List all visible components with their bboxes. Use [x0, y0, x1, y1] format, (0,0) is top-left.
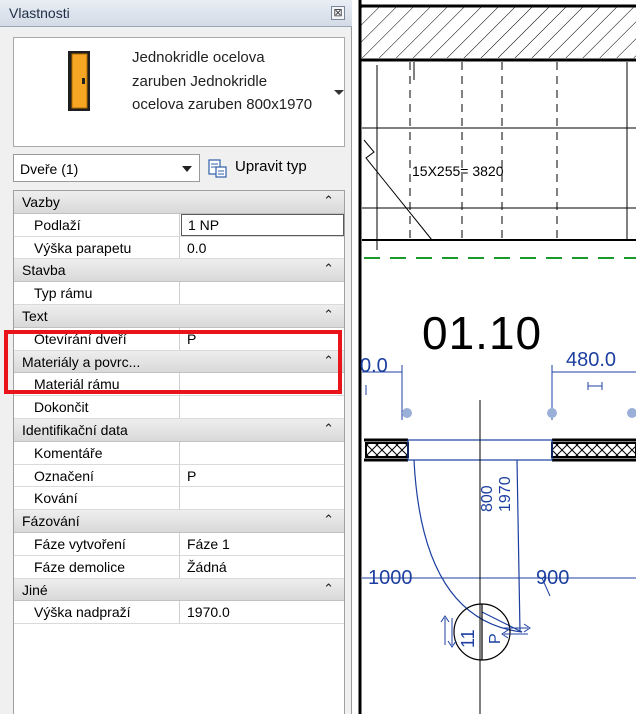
property-value[interactable] [181, 396, 344, 418]
group-label: Fázování [22, 513, 80, 530]
stair-label: 15X255= 3820 [412, 163, 504, 179]
property-name: Výška nadpraží [14, 601, 180, 624]
drawing-canvas[interactable]: 15X255= 3820 0.0 480.0 800 1970 1000 900… [352, 0, 636, 714]
type-name: Jednokridle ocelova zaruben Jednokridle … [132, 49, 313, 113]
category-label: Dveře (1) [20, 161, 79, 177]
group-jine[interactable]: Jiné ⌃ [14, 578, 344, 602]
dimension-grip[interactable] [547, 408, 557, 418]
property-value[interactable] [181, 373, 344, 395]
property-value[interactable]: 0.0 [181, 237, 344, 259]
property-row[interactable]: Označení P [14, 464, 344, 488]
property-row[interactable]: Materiál rámu [14, 373, 344, 397]
door[interactable] [407, 400, 553, 714]
room-number: 01.10 [422, 307, 543, 359]
group-materialy[interactable]: Materiály a povrc... ⌃ [14, 350, 344, 374]
category-select[interactable]: Dveře (1) [13, 154, 200, 182]
collapse-icon[interactable]: ⌃ [323, 261, 334, 277]
type-selector[interactable]: Jednokridle ocelova zaruben Jednokridle … [13, 37, 345, 147]
property-name: Typ rámu [14, 282, 180, 304]
collapse-icon[interactable]: ⌃ [323, 581, 334, 597]
chevron-down-icon[interactable] [334, 90, 344, 95]
property-name: Výška parapetu [14, 236, 180, 259]
property-row[interactable]: Podlaží 1 NP [14, 213, 344, 237]
group-stavba[interactable]: Stavba ⌃ [14, 259, 344, 283]
property-name: Dokončit [14, 396, 180, 418]
property-name: Fáze vytvoření [14, 532, 180, 555]
dimension-grip[interactable] [402, 408, 412, 418]
dim-left: 0.0 [360, 355, 388, 377]
group-label: Materiály a povrc... [22, 353, 141, 370]
edit-type-label: Upravit typ [235, 158, 307, 175]
collapse-icon[interactable]: ⌃ [323, 421, 334, 437]
property-grid: Vazby ⌃ Podlaží 1 NP Výška parapetu 0.0 … [13, 190, 345, 714]
property-row[interactable]: Fáze demolice Žádná [14, 555, 344, 579]
group-fazovani[interactable]: Fázování ⌃ [14, 510, 344, 533]
property-value[interactable] [181, 442, 344, 464]
dim-1000: 1000 [368, 567, 413, 589]
group-label: Identifikační data [22, 421, 128, 438]
group-label: Jiné [22, 581, 48, 598]
group-label: Stavba [22, 262, 66, 279]
panel-titlebar[interactable]: Vlastnosti ⊠ [0, 0, 352, 27]
property-name: Materiál rámu [14, 373, 180, 396]
property-name: Otevírání dveří [14, 327, 180, 350]
dimension-grip[interactable] [627, 408, 636, 418]
property-row[interactable]: Výška nadpraží 1970.0 [14, 601, 344, 625]
collapse-icon[interactable]: ⌃ [323, 193, 334, 209]
property-row[interactable]: Typ rámu [14, 282, 344, 305]
property-row[interactable]: Otevírání dveří P [14, 327, 344, 351]
door-width-label: 800 [479, 485, 496, 512]
wall-segment [365, 442, 409, 458]
property-value[interactable]: Fáze 1 [181, 533, 344, 555]
group-vazby[interactable]: Vazby ⌃ [14, 191, 344, 214]
property-name: Kování [14, 487, 180, 510]
property-value[interactable]: P [181, 328, 344, 350]
slab-hatch [360, 6, 636, 58]
group-label: Text [22, 307, 48, 324]
close-icon[interactable]: ⊠ [331, 6, 345, 20]
collapse-icon[interactable]: ⌃ [323, 512, 334, 528]
property-value[interactable]: 1 NP [181, 213, 344, 236]
door-thumbnail-icon [68, 51, 90, 111]
door-tag-number: 11 [458, 629, 478, 648]
wall-segment [551, 442, 636, 458]
property-row[interactable]: Výška parapetu 0.0 [14, 236, 344, 260]
collapse-icon[interactable]: ⌃ [323, 307, 334, 323]
property-value[interactable]: P [181, 465, 344, 487]
dim-900: 900 [536, 567, 569, 589]
group-text[interactable]: Text ⌃ [14, 304, 344, 328]
property-name: Označení [14, 464, 180, 487]
properties-panel: Vlastnosti ⊠ Jednokridle ocelova zaruben… [0, 0, 352, 714]
dimension-lines [362, 365, 636, 579]
stair [362, 62, 636, 250]
collapse-icon[interactable]: ⌃ [323, 353, 334, 369]
edit-type-icon [208, 159, 227, 178]
door-swing-label: P [487, 633, 504, 644]
property-value[interactable]: 1970.0 [181, 601, 344, 623]
group-label: Vazby [22, 194, 60, 210]
property-value[interactable]: Žádná [181, 556, 344, 578]
dim-right: 480.0 [566, 349, 616, 371]
property-value[interactable] [181, 487, 344, 509]
door-height-label: 1970 [497, 476, 514, 512]
property-row[interactable]: Fáze vytvoření Fáze 1 [14, 532, 344, 556]
property-name: Fáze demolice [14, 555, 180, 578]
property-name: Komentáře [14, 441, 180, 464]
property-value[interactable] [181, 282, 344, 304]
edit-type-button[interactable]: Upravit typ [208, 154, 338, 182]
property-row[interactable]: Dokončit [14, 396, 344, 419]
panel-title: Vlastnosti [9, 5, 70, 21]
property-row[interactable]: Komentáře [14, 441, 344, 465]
group-identifikacni-data[interactable]: Identifikační data ⌃ [14, 418, 344, 442]
chevron-down-icon [182, 166, 192, 172]
property-row[interactable]: Kování [14, 487, 344, 511]
property-name: Podlaží [14, 213, 180, 236]
